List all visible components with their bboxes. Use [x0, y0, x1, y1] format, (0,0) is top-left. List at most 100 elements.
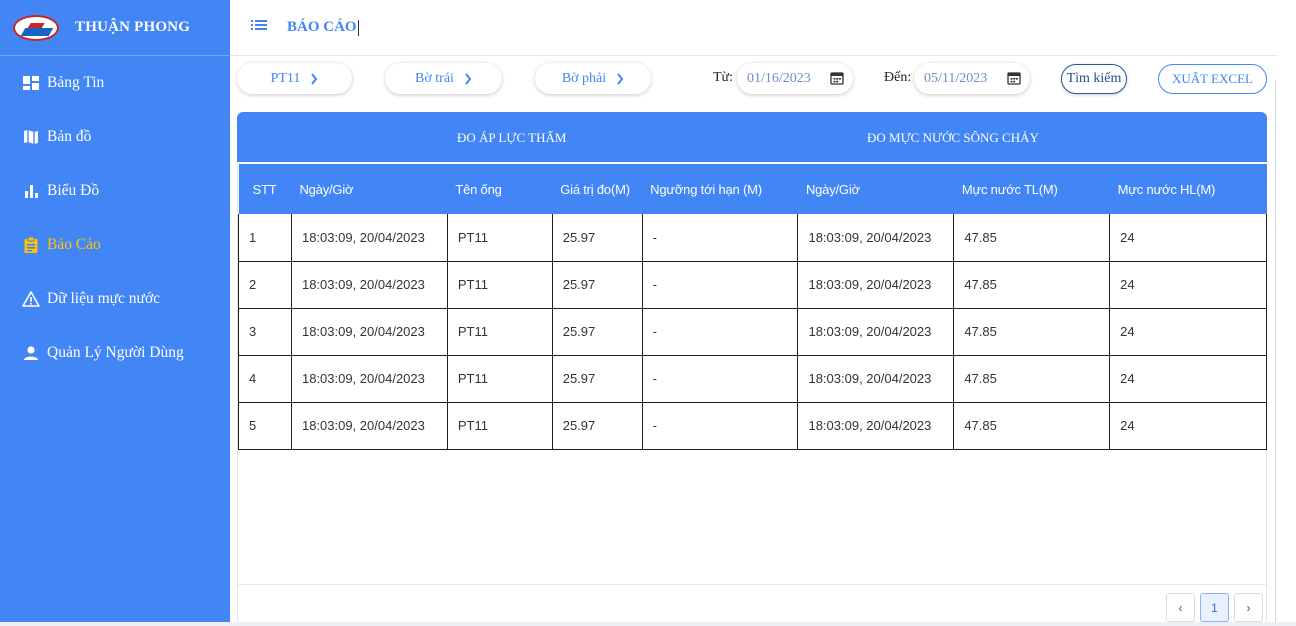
chevron-left-icon: ‹: [1178, 600, 1183, 615]
sidebar-item-bieu-do[interactable]: Biểu Đồ: [0, 164, 230, 218]
table-row[interactable]: 2 18:03:09, 20/04/2023 PT11 25.97 - 18:0…: [238, 260, 1267, 309]
right-bank-button[interactable]: Bờ phải: [535, 63, 651, 94]
pagination-next-button[interactable]: ›: [1234, 593, 1263, 622]
table-cell: -: [641, 354, 799, 403]
to-date-value: 05/11/2023: [924, 70, 988, 86]
table-cell: 3: [238, 307, 292, 356]
table-cell: 47.85: [953, 214, 1111, 262]
person-icon: [22, 344, 40, 362]
column-header[interactable]: Mực nước HL(M): [1110, 164, 1267, 214]
calendar-icon[interactable]: [1007, 71, 1021, 85]
table-cell: 2: [238, 260, 292, 309]
to-date-label: Đến:: [884, 70, 912, 85]
column-header[interactable]: Ngày/Giờ: [291, 164, 447, 214]
export-excel-button[interactable]: XUẤT EXCEL: [1158, 64, 1267, 94]
map-icon: [22, 128, 40, 146]
table-cell: 25.97: [551, 401, 643, 450]
table-cell: 4: [238, 354, 292, 403]
sidebar-item-label: Báo Cáo: [47, 236, 101, 253]
calendar-icon[interactable]: [830, 71, 844, 85]
table-cell: 24: [1109, 307, 1267, 356]
table-cell: -: [641, 260, 799, 309]
chevron-right-icon: [464, 72, 472, 85]
table-cell: 18:03:09, 20/04/2023: [290, 354, 448, 403]
column-header[interactable]: Tên ống: [447, 164, 552, 214]
search-button[interactable]: Tìm kiếm: [1061, 64, 1127, 94]
sidebar-item-label: Dữ liệu mực nước: [47, 290, 161, 307]
from-date-label: Từ:: [713, 70, 734, 85]
table-cell: 18:03:09, 20/04/2023: [290, 214, 448, 262]
page-number: 1: [1211, 600, 1218, 615]
table-group-header: ĐO ÁP LỰC THẤM ĐO MỰC NƯỚC SÔNG CHẢY: [237, 112, 1267, 162]
table-footer-divider: [238, 584, 1266, 585]
left-bank-button[interactable]: Bờ trái: [385, 63, 502, 94]
table-cell: 18:03:09, 20/04/2023: [797, 214, 955, 262]
column-header[interactable]: STT: [239, 164, 292, 214]
top-bar: BÁO CÁO: [230, 0, 1278, 56]
company-logo: [13, 14, 59, 41]
table-cell: PT11: [446, 307, 553, 356]
chevron-right-icon: [616, 72, 624, 85]
sidebar-item-ban-do[interactable]: Bản đồ: [0, 110, 230, 164]
window-bottom-edge: [0, 622, 1296, 626]
report-table-container[interactable]: STT Ngày/Giờ Tên ống Giá trị đo(M) Ngưỡn…: [237, 164, 1267, 624]
table-cell: -: [641, 401, 799, 450]
table-row[interactable]: 3 18:03:09, 20/04/2023 PT11 25.97 - 18:0…: [238, 307, 1267, 356]
column-header[interactable]: Ngày/Giờ: [798, 164, 954, 214]
sidebar-nav: Bảng Tin Bản đồ Biểu Đồ Báo Cáo Dữ liệu …: [0, 56, 230, 380]
table-cell: 18:03:09, 20/04/2023: [797, 260, 955, 309]
page-title: BÁO CÁO: [287, 19, 359, 36]
table-row[interactable]: 4 18:03:09, 20/04/2023 PT11 25.97 - 18:0…: [238, 354, 1267, 403]
table-cell: PT11: [446, 401, 553, 450]
table-cell: 24: [1109, 260, 1267, 309]
pagination-page-button[interactable]: 1: [1200, 593, 1229, 622]
content-divider: [1275, 80, 1276, 625]
hamburger-menu-icon[interactable]: [250, 16, 268, 39]
to-date-field[interactable]: 05/11/2023: [914, 63, 1030, 94]
table-cell: 25.97: [551, 260, 643, 309]
table-row[interactable]: 1 18:03:09, 20/04/2023 PT11 25.97 - 18:0…: [238, 214, 1267, 262]
table-header-row: STT Ngày/Giờ Tên ống Giá trị đo(M) Ngưỡn…: [238, 164, 1267, 214]
table-cell: 25.97: [551, 214, 643, 262]
brand[interactable]: THUẬN PHONG: [0, 0, 230, 56]
table-cell: 1: [238, 214, 292, 262]
dashboard-icon: [22, 74, 40, 92]
left-bank-label: Bờ trái: [415, 70, 454, 86]
table-cell: 25.97: [551, 354, 643, 403]
table-cell: -: [641, 307, 799, 356]
table-cell: 18:03:09, 20/04/2023: [797, 354, 955, 403]
sidebar-item-du-lieu-muc-nuoc[interactable]: Dữ liệu mực nước: [0, 272, 230, 326]
sidebar: THUẬN PHONG Bảng Tin Bản đồ Biểu Đồ Báo …: [0, 0, 230, 626]
pagination-prev-button[interactable]: ‹: [1166, 593, 1195, 622]
column-header[interactable]: Ngưỡng tới hạn (M): [642, 164, 798, 214]
group-seepage-pressure: ĐO ÁP LỰC THẤM: [457, 130, 567, 145]
right-bank-label: Bờ phải: [561, 70, 607, 86]
warning-icon: [22, 290, 40, 308]
station-label: PT11: [270, 70, 301, 86]
table-cell: PT11: [446, 214, 553, 262]
table-cell: 47.85: [953, 354, 1111, 403]
bar-chart-icon: [22, 182, 40, 200]
group-river-water-level: ĐO MỰC NƯỚC SÔNG CHẢY: [867, 130, 1039, 145]
table-cell: 24: [1109, 401, 1267, 450]
from-date-field[interactable]: 01/16/2023: [737, 63, 853, 94]
from-date-value: 01/16/2023: [747, 70, 811, 86]
sidebar-item-bang-tin[interactable]: Bảng Tin: [0, 56, 230, 110]
table-cell: 47.85: [953, 307, 1111, 356]
column-header[interactable]: Giá trị đo(M): [552, 164, 642, 214]
table-cell: -: [641, 214, 799, 262]
brand-name: THUẬN PHONG: [75, 19, 191, 35]
table-row[interactable]: 5 18:03:09, 20/04/2023 PT11 25.97 - 18:0…: [238, 401, 1267, 450]
table-cell: 5: [238, 401, 292, 450]
column-header[interactable]: Mực nước TL(M): [954, 164, 1110, 214]
table-cell: PT11: [446, 354, 553, 403]
sidebar-item-quan-ly-nguoi-dung[interactable]: Quản Lý Người Dùng: [0, 326, 230, 380]
station-select-button[interactable]: PT11: [237, 63, 352, 94]
sidebar-item-label: Bản đồ: [47, 128, 92, 145]
table-cell: 25.97: [551, 307, 643, 356]
table-cell: 47.85: [953, 401, 1111, 450]
sidebar-item-label: Bảng Tin: [47, 74, 105, 91]
report-table: STT Ngày/Giờ Tên ống Giá trị đo(M) Ngưỡn…: [238, 164, 1267, 450]
sidebar-item-bao-cao[interactable]: Báo Cáo: [0, 218, 230, 272]
chevron-right-icon: ›: [1246, 600, 1251, 615]
